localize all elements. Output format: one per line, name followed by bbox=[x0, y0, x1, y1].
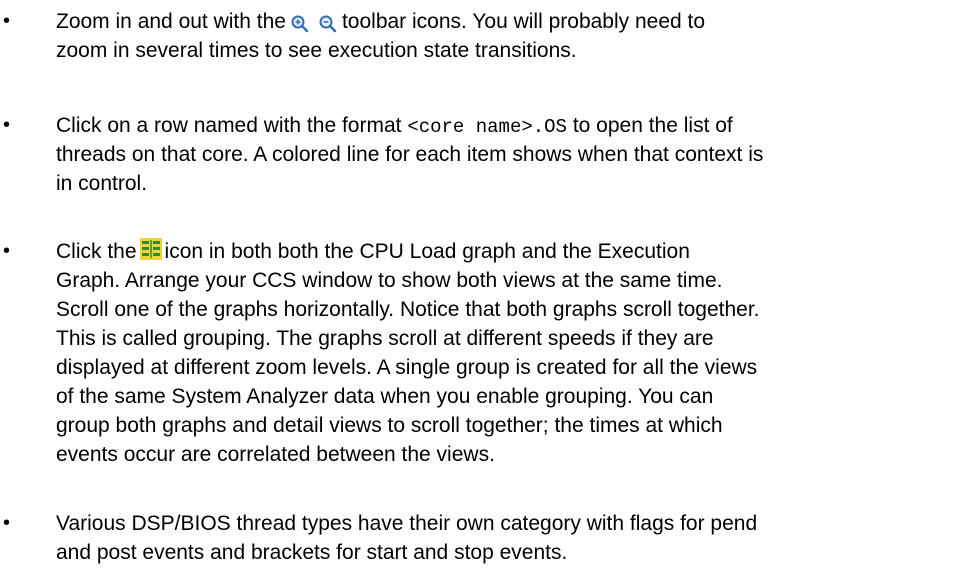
zoom-text-suffix: toolbar icons. You will probably need to bbox=[341, 10, 706, 33]
bullet-marker: • bbox=[3, 114, 11, 136]
grouping-text-line7: group both graphs and detail views to sc… bbox=[56, 414, 723, 437]
grouping-text-line6: of the same System Analyzer data when yo… bbox=[56, 385, 714, 408]
threads-text-line2: threads on that core. A colored line for… bbox=[56, 143, 764, 166]
bios-text-line1: Various DSP/BIOS thread types have their… bbox=[56, 512, 758, 535]
bios-text-line2: and post events and brackets for start a… bbox=[56, 541, 568, 564]
grouping-text-prefix: Click the bbox=[56, 240, 137, 263]
grouping-text-line3: Scroll one of the graphs horizontally. N… bbox=[56, 298, 760, 321]
threads-text-prefix: Click on a row named with the format bbox=[56, 114, 402, 137]
zoom-in-icon bbox=[290, 14, 310, 34]
group-graphs-icon bbox=[139, 238, 162, 260]
zoom-icons bbox=[290, 10, 338, 39]
threads-text-line3: in control. bbox=[56, 172, 148, 195]
grouping-text-line8: events occur are correlated between the … bbox=[56, 443, 495, 466]
threads-text-suffix: to open the list of bbox=[572, 114, 733, 137]
instruction-bullet-list: • Zoom in and out with the toolbar icons.… bbox=[0, 0, 972, 578]
core-name-code: <core name>.OS bbox=[407, 116, 567, 138]
zoom-out-icon bbox=[318, 14, 338, 34]
grouping-text-suffix: icon in both both the CPU Load graph and… bbox=[164, 240, 690, 263]
bullet-marker: • bbox=[3, 512, 11, 534]
bullet-marker: • bbox=[3, 10, 11, 32]
grouping-text-line5: displayed at different zoom levels. A si… bbox=[56, 356, 758, 379]
grouping-text-line4: This is called grouping. The graphs scro… bbox=[56, 327, 714, 350]
bullet-marker: • bbox=[3, 240, 11, 262]
bullet-text: Various DSP/BIOS thread types have their… bbox=[56, 509, 961, 567]
zoom-text-line2: zoom in several times to see execution s… bbox=[56, 39, 577, 62]
bullet-text: Click on a row named with the format <co… bbox=[56, 111, 961, 198]
zoom-text-prefix: Zoom in and out with the bbox=[56, 10, 286, 33]
grouping-text-line2: Graph. Arrange your CCS window to show b… bbox=[56, 269, 723, 292]
bullet-text: Zoom in and out with the toolbar icons. Y… bbox=[56, 7, 961, 65]
bullet-text: Click the icon in both both the CPU Load … bbox=[56, 237, 961, 469]
